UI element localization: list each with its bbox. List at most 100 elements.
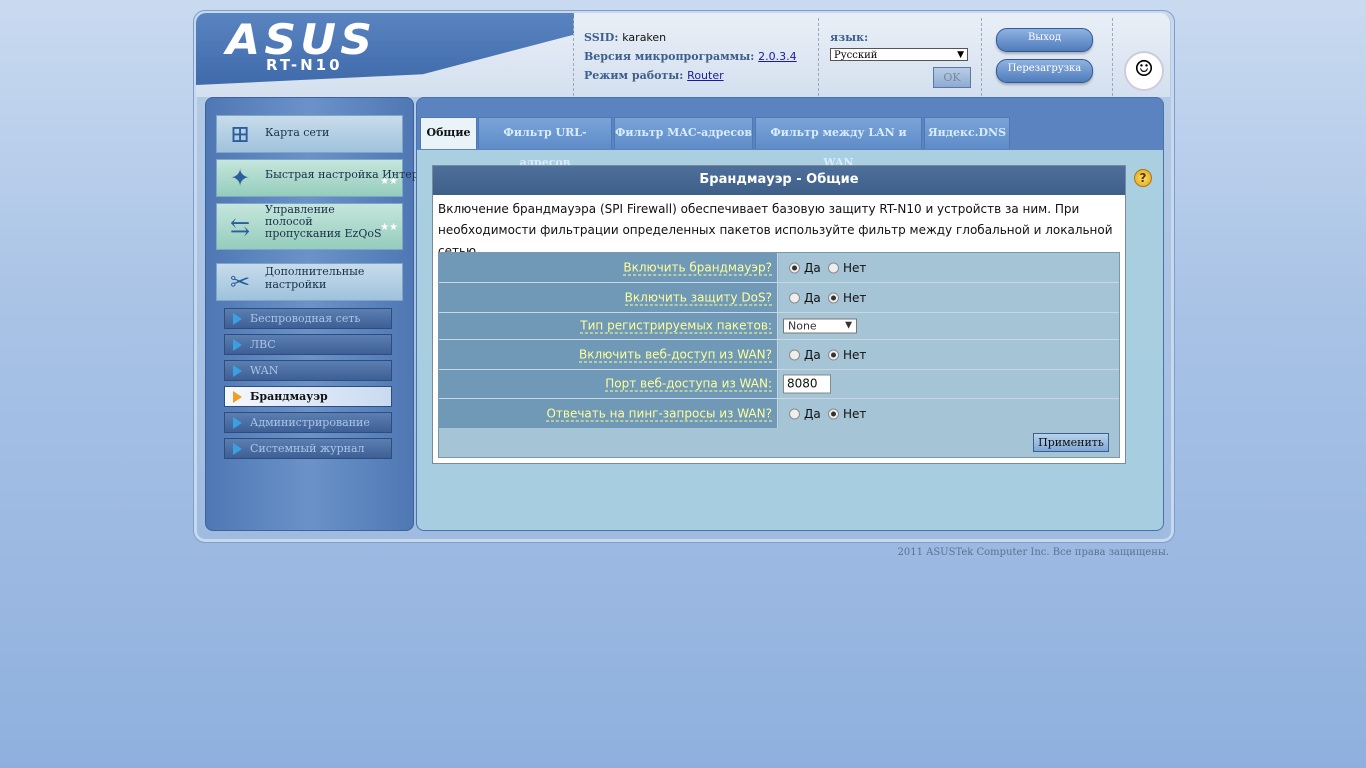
sidebar-sub-label: Брандмауэр — [250, 390, 328, 403]
form-label-cell: Включить веб-доступ из WAN? — [439, 340, 778, 369]
form-row-wan-web: Включить веб-доступ из WAN? Да Нет — [439, 340, 1119, 370]
arrow-right-icon — [233, 365, 242, 377]
sidebar-sub-wan[interactable]: WAN — [224, 360, 392, 381]
chevron-down-icon: ▼ — [845, 320, 852, 331]
sidebar-item-advanced[interactable]: ✂ Дополнительные настройки — [216, 263, 403, 301]
tab-mac-filter[interactable]: Фильтр MAC-адресов — [614, 117, 753, 149]
radio-label: Да — [804, 347, 821, 362]
firmware-info: Версия микропрограммы: 2.0.3.4 — [584, 50, 797, 63]
sidebar-item-label: Быстрая настройка Интернет — [265, 168, 439, 181]
sidebar-item-label: Карта сети — [265, 126, 330, 139]
logout-button[interactable]: Выход — [996, 28, 1093, 52]
radio-label: Нет — [843, 347, 867, 362]
sidebar-sub-firewall[interactable]: Брандмауэр — [224, 386, 392, 407]
ping-label: Отвечать на пинг-запросы из WAN? — [546, 406, 772, 421]
sidebar-sub-label: Системный журнал — [250, 442, 365, 455]
form-value-cell: Да Нет — [779, 253, 1119, 282]
mode-label: Режим работы: — [584, 69, 684, 82]
ssid-value: karaken — [622, 31, 667, 44]
radio-label: Да — [804, 406, 821, 421]
header-divider — [981, 18, 982, 96]
sidebar-item-label: Дополнительные настройки — [265, 265, 365, 291]
wan-port-label: Порт веб-доступа из WAN: — [605, 376, 772, 392]
radio-label: Нет — [843, 290, 867, 305]
arrow-right-icon — [233, 339, 242, 351]
header-divider — [1112, 18, 1113, 96]
firmware-link[interactable]: 2.0.3.4 — [758, 50, 796, 63]
log-type-select[interactable]: None ▼ — [783, 318, 857, 334]
form-row-dos: Включить защиту DoS? Да Нет — [439, 283, 1119, 313]
sidebar-sub-wireless[interactable]: Беспроводная сеть — [224, 308, 392, 329]
reboot-button[interactable]: Перезагрузка — [996, 59, 1093, 83]
sidebar-sub-label: WAN — [250, 364, 279, 377]
chevron-down-icon: ▼ — [957, 50, 964, 60]
form-label-cell: Порт веб-доступа из WAN: — [439, 370, 778, 398]
form-row-ping: Отвечать на пинг-запросы из WAN? Да Нет — [439, 399, 1119, 429]
form-row-firewall: Включить брандмауэр? Да Нет — [439, 253, 1119, 283]
tab-yandex-dns[interactable]: Яндекс.DNS — [924, 117, 1010, 149]
arrow-right-icon — [233, 391, 242, 403]
sidebar-sub-syslog[interactable]: Системный журнал — [224, 438, 392, 459]
language-ok-button[interactable]: OK — [933, 67, 971, 88]
arrow-right-icon — [233, 417, 242, 429]
form-row-log-type: Тип регистрируемых пакетов: None ▼ — [439, 313, 1119, 340]
form-value-cell: 8080 — [779, 370, 1119, 398]
dos-no-radio[interactable] — [828, 292, 839, 303]
sidebar-item-network-map[interactable]: ⊞ Карта сети — [216, 115, 403, 153]
stars-icon: ★★ — [380, 222, 398, 233]
radio-label: Да — [804, 290, 821, 305]
tools-icon: ✂ — [229, 268, 251, 296]
dos-yes-radio[interactable] — [789, 292, 800, 303]
language-value: Русский — [834, 50, 878, 61]
arrow-right-icon — [233, 443, 242, 455]
wan-port-input[interactable]: 8080 — [783, 374, 831, 394]
log-type-label: Тип регистрируемых пакетов: — [580, 318, 772, 334]
sidebar-item-label-line: пропускания EzQoS — [265, 227, 382, 240]
wan-web-no-radio[interactable] — [828, 349, 839, 360]
form-label-cell: Включить брандмауэр? — [439, 253, 778, 282]
sidebar-sub-lan[interactable]: ЛВС — [224, 334, 392, 355]
magic-wand-icon: ✦ — [229, 164, 251, 192]
dos-label: Включить защиту DoS? — [624, 290, 772, 305]
log-type-value: None — [788, 319, 817, 333]
firewall-label: Включить брандмауэр? — [623, 260, 772, 275]
header-divider — [573, 18, 574, 96]
help-icon[interactable]: ? — [1134, 169, 1152, 187]
sidebar-item-quick-setup[interactable]: ✦ Быстрая настройка Интернет ★★ — [216, 159, 439, 197]
ssid-info: SSID: karaken — [584, 31, 666, 44]
form-label-cell: Включить защиту DoS? — [439, 283, 778, 312]
ssid-label: SSID: — [584, 31, 619, 44]
form-value-cell: Да Нет — [779, 283, 1119, 312]
network-map-icon: ⊞ — [229, 120, 251, 148]
tab-lan-wan-filter[interactable]: Фильтр между LAN и WAN — [755, 117, 922, 169]
stars-icon: ★★ — [380, 176, 398, 187]
header-divider — [818, 18, 819, 96]
sidebar-sub-label: ЛВС — [250, 338, 276, 351]
apply-button[interactable]: Применить — [1033, 433, 1109, 452]
apply-row — [439, 428, 1119, 457]
tab-url-filter[interactable]: Фильтр URL-адресов — [478, 117, 612, 169]
form-row-wan-port: Порт веб-доступа из WAN: 8080 — [439, 370, 1119, 399]
sidebar-sub-label: Администрирование — [250, 416, 370, 429]
firewall-no-radio[interactable] — [828, 262, 839, 273]
mode-info: Режим работы: Router — [584, 69, 724, 82]
language-select[interactable]: Русский ▼ — [830, 48, 968, 61]
ping-no-radio[interactable] — [828, 408, 839, 419]
firmware-label: Версия микропрограммы: — [584, 50, 755, 63]
mode-link[interactable]: Router — [687, 69, 723, 82]
form-label-cell: Отвечать на пинг-запросы из WAN? — [439, 399, 778, 428]
radio-label: Нет — [843, 260, 867, 275]
radio-label: Нет — [843, 406, 867, 421]
form-value-cell: None ▼ — [779, 313, 1119, 339]
panel-title: Брандмауэр - Общие — [433, 166, 1125, 195]
qos-icon: ⇆ — [229, 213, 251, 241]
sidebar-item-label: Управление полосой пропускания EzQoS — [265, 204, 382, 240]
wan-web-yes-radio[interactable] — [789, 349, 800, 360]
form-label-cell: Тип регистрируемых пакетов: — [439, 313, 778, 339]
sidebar-sub-administration[interactable]: Администрирование — [224, 412, 392, 433]
radio-label: Да — [804, 260, 821, 275]
firewall-yes-radio[interactable] — [789, 262, 800, 273]
tab-general[interactable]: Общие — [420, 117, 477, 149]
ping-yes-radio[interactable] — [789, 408, 800, 419]
sidebar-item-ezqos[interactable]: ⇆ Управление полосой пропускания EzQoS ★… — [216, 203, 403, 250]
